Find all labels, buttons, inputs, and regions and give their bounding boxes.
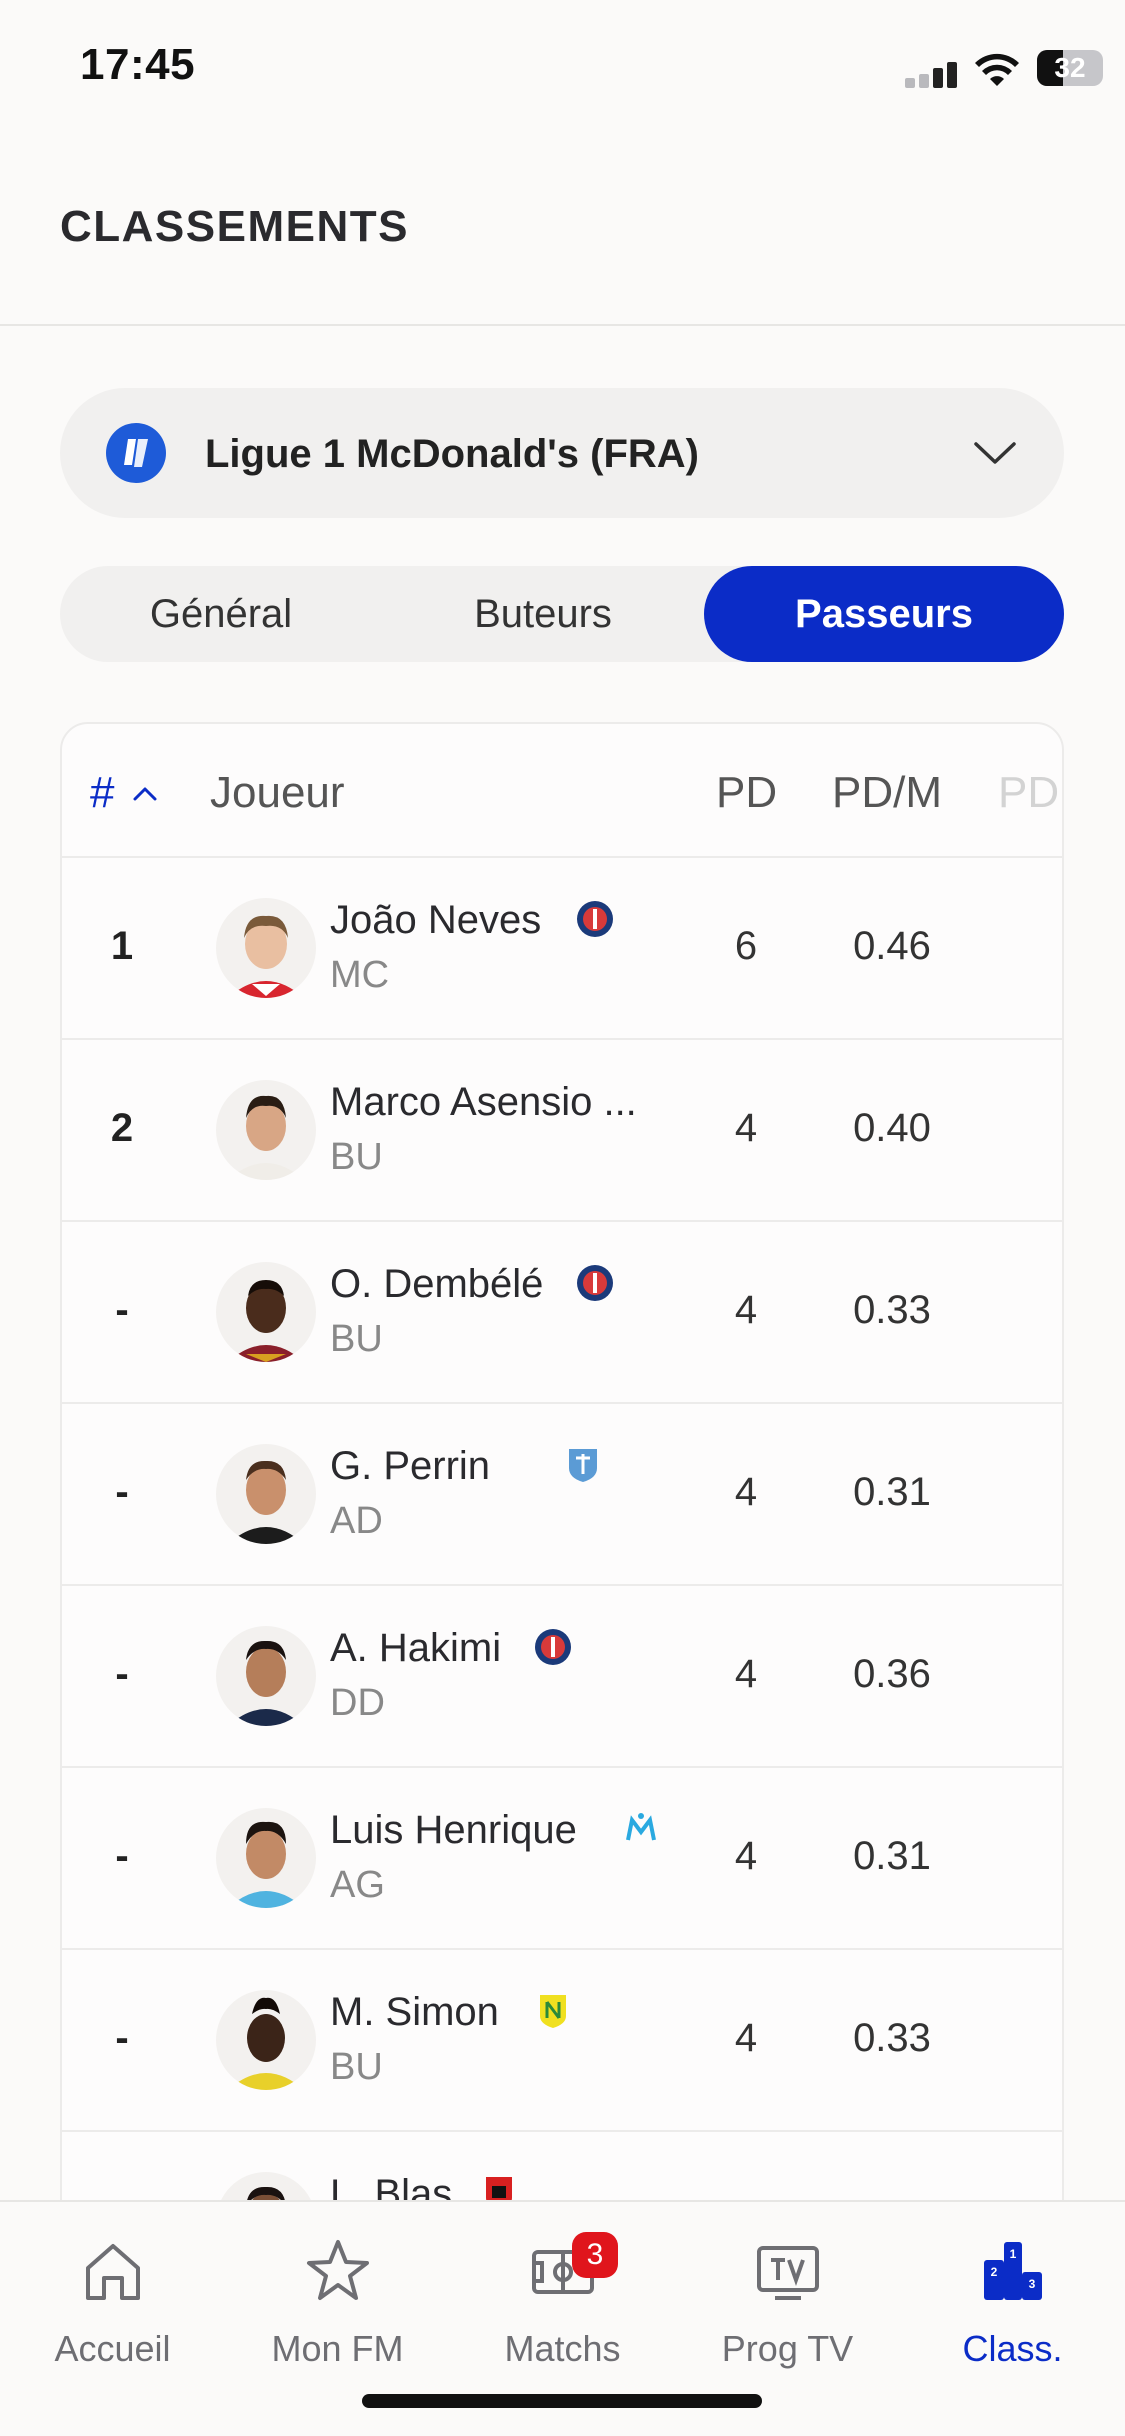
tab-general[interactable]: Général	[60, 566, 382, 662]
pd-column-header[interactable]: PD	[716, 768, 777, 818]
pdm-column-header[interactable]: PD/M	[832, 768, 942, 818]
nantes-icon	[540, 1995, 566, 2028]
psg-icon	[535, 1629, 571, 1665]
player-avatar	[216, 1990, 316, 2090]
auxerre-icon	[569, 1449, 597, 1482]
rank: -	[115, 1288, 129, 1332]
tab-buteurs[interactable]: Buteurs	[382, 566, 704, 662]
player-position: BU	[330, 1136, 383, 1178]
player-position: DD	[330, 1682, 385, 1724]
sort-ascending-icon[interactable]	[132, 784, 158, 802]
pdm-value: 0.31	[853, 1834, 931, 1878]
psg-icon	[577, 901, 613, 937]
pd-value: 4	[734, 1288, 758, 1332]
pd-value: 6	[734, 924, 758, 968]
status-time: 17:45	[80, 40, 196, 89]
pdm-value: 0.33	[853, 1288, 931, 1332]
player-position: AG	[330, 1864, 385, 1906]
player-name: Luis Henrique	[330, 1808, 577, 1852]
nav-mon-fm[interactable]: Mon FM	[225, 2236, 450, 2386]
page-title: CLASSEMENTS	[60, 202, 409, 251]
tab-passeurs[interactable]: Passeurs	[704, 566, 1064, 662]
rank: -	[115, 1652, 129, 1696]
nav-label: Accueil	[54, 2328, 171, 2369]
table-row[interactable]: - A. Hakimi DD 4 0.36	[62, 1586, 1062, 1768]
chevron-down-icon	[974, 442, 1016, 464]
nav-classements[interactable]: 1 2 3 Class.	[900, 2236, 1125, 2386]
nav-label: Class.	[962, 2328, 1063, 2369]
player-name: M. Simon	[330, 1990, 499, 2034]
player-position: MC	[330, 954, 390, 996]
om-icon	[626, 1813, 656, 1841]
table-row[interactable]: 1 João Neves MC 6 0.46	[62, 858, 1062, 1040]
wifi-icon	[975, 53, 1019, 86]
rank: 1	[110, 924, 134, 968]
nav-accueil[interactable]: Accueil	[0, 2236, 225, 2386]
table-row[interactable]: - O. Dembélé BU 4 0.33	[62, 1222, 1062, 1404]
pdm-value: 0.46	[853, 924, 931, 968]
pd-value: 4	[734, 1470, 758, 1514]
league-selector[interactable]: Ligue 1 McDonald's (FRA)	[60, 388, 1064, 518]
rank: -	[115, 1470, 129, 1514]
player-avatar	[216, 1808, 316, 1908]
rank: -	[115, 1834, 129, 1878]
table-row[interactable]: 2 Marco Asensio ... BU 4 0.40	[62, 1040, 1062, 1222]
battery-level: 32	[1054, 52, 1086, 83]
player-position: BU	[330, 1318, 383, 1360]
pdm-value: 0.31	[853, 1470, 931, 1514]
nav-label: Matchs	[504, 2328, 621, 2369]
header: CLASSEMENTS	[0, 130, 1125, 326]
pd-value: 4	[734, 1652, 758, 1696]
player-name: A. Hakimi	[330, 1626, 502, 1670]
player-name: Marco Asensio ...	[330, 1080, 637, 1124]
tv-icon	[757, 2246, 819, 2300]
player-avatar	[216, 1626, 316, 1726]
pd-value: 4	[734, 1106, 758, 1150]
ranking-tabs: Général Buteurs Passeurs	[60, 566, 1064, 662]
signal-icon	[905, 58, 965, 88]
player-avatar	[216, 1262, 316, 1362]
player-name: João Neves	[330, 898, 542, 942]
pd-value: 4	[734, 1834, 758, 1878]
assists-table: # Joueur PD PD/M PD 1 João Neves MC 6 0.…	[60, 722, 1064, 2436]
battery-icon: 32	[1037, 50, 1103, 86]
star-icon	[307, 2240, 369, 2300]
pdm-value: 0.40	[853, 1106, 931, 1150]
nav-matchs[interactable]: 3 Matchs	[450, 2232, 675, 2386]
league-name: Ligue 1 McDonald's (FRA)	[205, 432, 699, 476]
pd-value: 4	[734, 2016, 758, 2060]
home-indicator	[362, 2394, 762, 2408]
nav-prog-tv[interactable]: Prog TV	[675, 2236, 900, 2386]
table-header: # Joueur PD PD/M PD	[62, 724, 1062, 858]
ligue1-logo-icon	[106, 423, 166, 483]
notification-badge: 3	[572, 2232, 618, 2278]
podium-icon: 1 2 3	[984, 2242, 1042, 2300]
player-name: G. Perrin	[330, 1444, 491, 1488]
player-avatar	[216, 1444, 316, 1544]
svg-text:3: 3	[1029, 2277, 1036, 2291]
svg-text:2: 2	[991, 2265, 998, 2279]
player-avatar	[216, 898, 316, 998]
player-position: BU	[330, 2046, 383, 2088]
svg-text:1: 1	[1010, 2247, 1017, 2261]
pdm-value: 0.36	[853, 1652, 931, 1696]
status-icons: 32	[875, 46, 1125, 96]
table-row[interactable]: - Luis Henrique AG 4 0.31	[62, 1768, 1062, 1950]
nav-label: Prog TV	[721, 2328, 854, 2369]
rank-column-header[interactable]: #	[90, 768, 114, 818]
home-icon	[86, 2244, 140, 2300]
player-column-header: Joueur	[210, 768, 345, 817]
table-row[interactable]: - G. Perrin AD 4 0.31	[62, 1404, 1062, 1586]
player-avatar	[216, 1080, 316, 1180]
status-bar: 17:45 32	[0, 0, 1125, 130]
psg-icon	[577, 1265, 613, 1301]
rank: -	[115, 2016, 129, 2060]
pdm-value: 0.33	[853, 2016, 931, 2060]
nav-label: Mon FM	[271, 2328, 404, 2369]
player-name: O. Dembélé	[330, 1262, 544, 1306]
table-row[interactable]: - M. Simon BU 4 0.33	[62, 1950, 1062, 2132]
player-position: AD	[330, 1500, 383, 1542]
rank: 2	[110, 1106, 134, 1150]
extra-column-header[interactable]: PD	[998, 768, 1059, 818]
